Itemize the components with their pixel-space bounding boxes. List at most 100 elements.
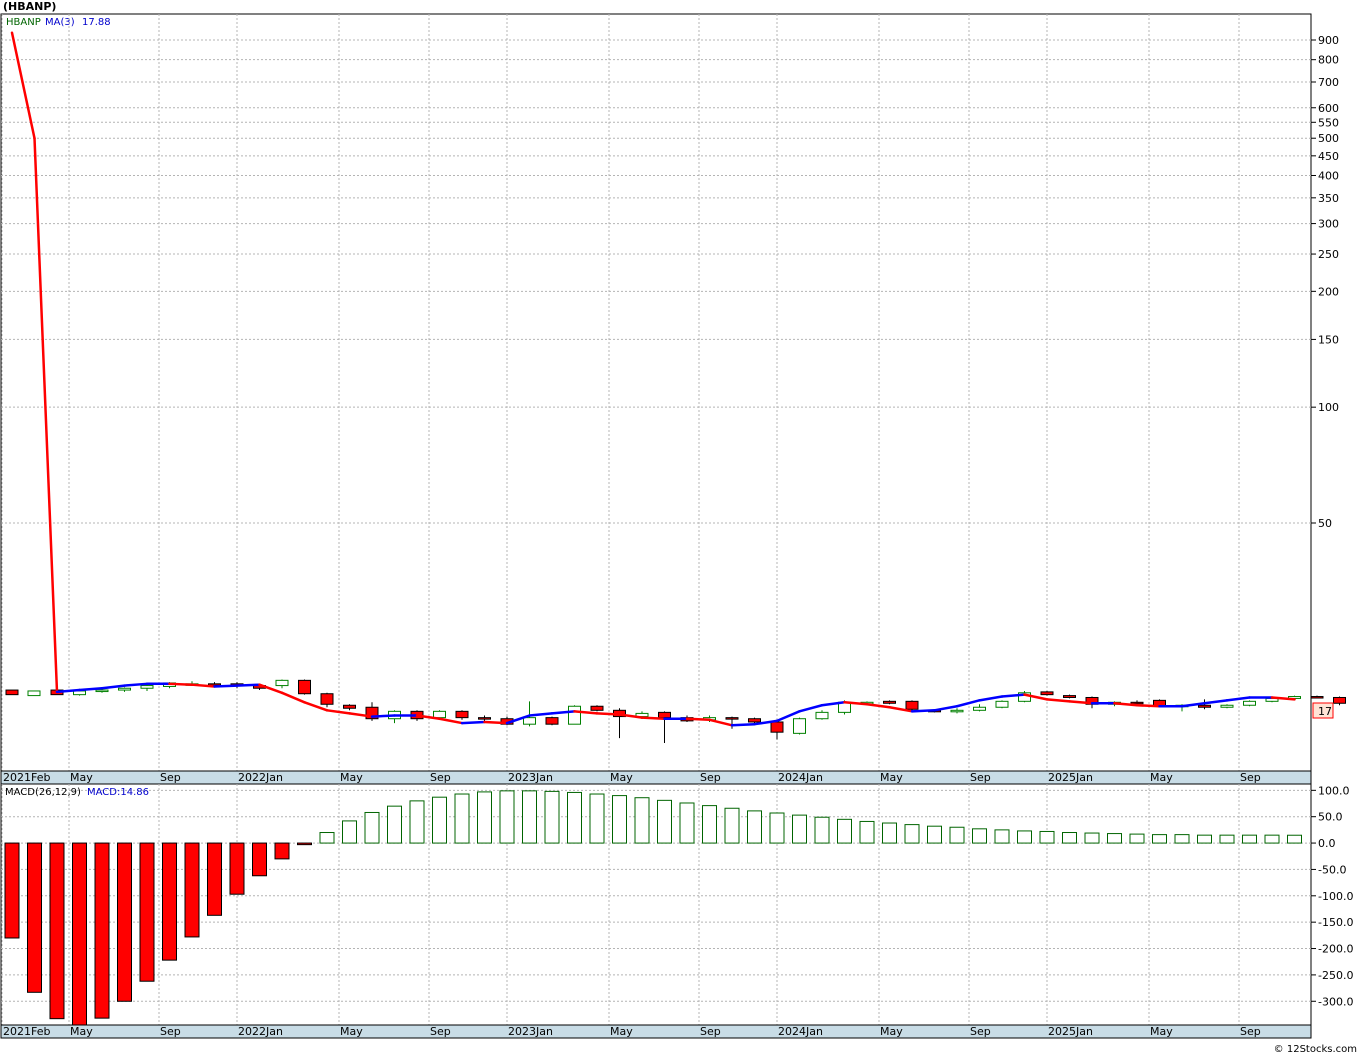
- macd-bar: [1017, 830, 1032, 844]
- candle-body: [95, 689, 109, 693]
- macd-bar: [702, 805, 717, 844]
- x-axis-label: May: [1150, 771, 1173, 784]
- macd-y-tick-label: -300.0: [1318, 995, 1353, 1008]
- x-axis-label: May: [70, 1025, 93, 1038]
- ma-segment: [865, 703, 891, 709]
- macd-legend-value: MACD:14.86: [87, 787, 149, 798]
- candle-body: [1310, 696, 1324, 699]
- macd-y-tick-label: 50.0: [1318, 811, 1343, 824]
- candle-body: [5, 689, 19, 696]
- macd-bar: [499, 790, 515, 844]
- candle-body: [793, 718, 806, 734]
- macd-bar: [522, 790, 537, 844]
- x-axis-label: Sep: [970, 771, 991, 784]
- x-axis-label: Sep: [700, 771, 721, 784]
- candle-body: [1130, 701, 1144, 705]
- macd-histogram-series: [4, 790, 1302, 1026]
- macd-y-tick-label: -200.0: [1318, 943, 1353, 956]
- candle-body: [478, 717, 491, 720]
- x-axis-label: 2023Jan: [508, 1025, 553, 1038]
- price-y-tick-label: 400: [1318, 170, 1339, 183]
- macd-bar: [432, 796, 447, 844]
- macd-bar: [1264, 834, 1280, 844]
- x-axis-label: Sep: [430, 771, 451, 784]
- price-y-tick-label: 200: [1318, 285, 1339, 298]
- macd-bar: [994, 829, 1010, 844]
- macd-bar: [724, 807, 740, 844]
- chart-title: (HBANP): [3, 0, 56, 13]
- ma-segment: [483, 720, 509, 725]
- candle-body: [1333, 696, 1346, 704]
- candle-body: [725, 717, 739, 720]
- candle-body: [770, 721, 784, 733]
- candle-body: [118, 687, 131, 691]
- macd-bar: [792, 814, 807, 844]
- macd-bar: [4, 842, 20, 939]
- macd-bar: [454, 793, 470, 844]
- price-y-tick-label: 800: [1318, 54, 1339, 67]
- candle-body: [433, 710, 446, 719]
- macd-bar: [49, 842, 65, 1020]
- legend-ticker: HBANP: [6, 17, 41, 28]
- ma-line-series: [10, 31, 1296, 727]
- candle-body: [973, 706, 986, 711]
- candle-body: [1220, 704, 1234, 708]
- x-axis-label: 2024Jan: [778, 771, 823, 784]
- ma-segment: [325, 709, 351, 715]
- macd-bar: [1219, 834, 1235, 844]
- macd-x-axis-band: [0, 1024, 1312, 1039]
- ma-segment: [528, 712, 554, 717]
- candle-body: [883, 700, 896, 704]
- price-y-axis: 50 100 150 200 250 300 350 400 450 500 550600 700 80…: [1311, 34, 1339, 530]
- ma-segment: [595, 712, 621, 716]
- macd-bar: [94, 842, 110, 1019]
- ma-segment: [370, 714, 396, 718]
- price-y-tick-label: 700: [1318, 76, 1339, 89]
- x-axis-label: May: [340, 771, 363, 784]
- x-axis-label: May: [1150, 1025, 1173, 1038]
- macd-bar: [1152, 834, 1167, 844]
- macd-y-tick-label: 100.0: [1318, 784, 1350, 797]
- macd-bar: [1129, 833, 1145, 844]
- price-y-tick-label: 500: [1318, 132, 1339, 145]
- ma-segment: [460, 720, 486, 725]
- macd-bar: [1174, 834, 1190, 844]
- candle-body: [590, 705, 604, 711]
- chart-canvas: (HBANP) HBANP MA(3) 17.88 50 100 150 200 250…: [0, 0, 1357, 1055]
- candle-body: [995, 700, 1009, 708]
- x-axis-label: 2025Jan: [1048, 1025, 1093, 1038]
- candle-body: [748, 718, 761, 723]
- macd-bar: [1197, 834, 1212, 844]
- macd-bar: [1107, 833, 1122, 844]
- macd-bar: [634, 797, 650, 844]
- candle-body: [1063, 695, 1076, 698]
- watermark: © 12Stocks.com: [1274, 1044, 1357, 1055]
- ma-segment: [1203, 699, 1229, 705]
- macd-bar: [319, 832, 335, 844]
- macd-bar: [184, 842, 200, 938]
- ma-segment: [213, 684, 239, 688]
- x-axis-label: May: [70, 771, 93, 784]
- macd-bar: [567, 791, 582, 844]
- ma-segment: [33, 136, 59, 694]
- candle-body: [950, 709, 964, 713]
- macd-bar: [882, 822, 897, 844]
- x-axis-label: Sep: [1240, 1025, 1261, 1038]
- ma-segment: [955, 699, 981, 708]
- ma-segment: [123, 682, 149, 687]
- x-axis-label: May: [340, 1025, 363, 1038]
- macd-bar: [72, 842, 87, 1026]
- candle-body: [1243, 700, 1256, 706]
- x-axis-label: 2024Jan: [778, 1025, 823, 1038]
- macd-bar: [927, 825, 942, 844]
- ma-segment: [1135, 704, 1161, 708]
- price-y-tick-label: 350: [1318, 192, 1339, 205]
- macd-bar: [679, 802, 695, 844]
- macd-y-axis: 100.0 50.0 0.0 -50.0 -100.0 -150.0 -200.0 -250.…: [1311, 784, 1353, 1008]
- macd-bar: [972, 828, 987, 844]
- x-axis-label: Sep: [430, 1025, 451, 1038]
- macd-y-tick-label: -150.0: [1318, 916, 1353, 929]
- ma-segment: [1045, 698, 1071, 703]
- macd-bar: [229, 842, 245, 895]
- macd-bar: [904, 824, 920, 844]
